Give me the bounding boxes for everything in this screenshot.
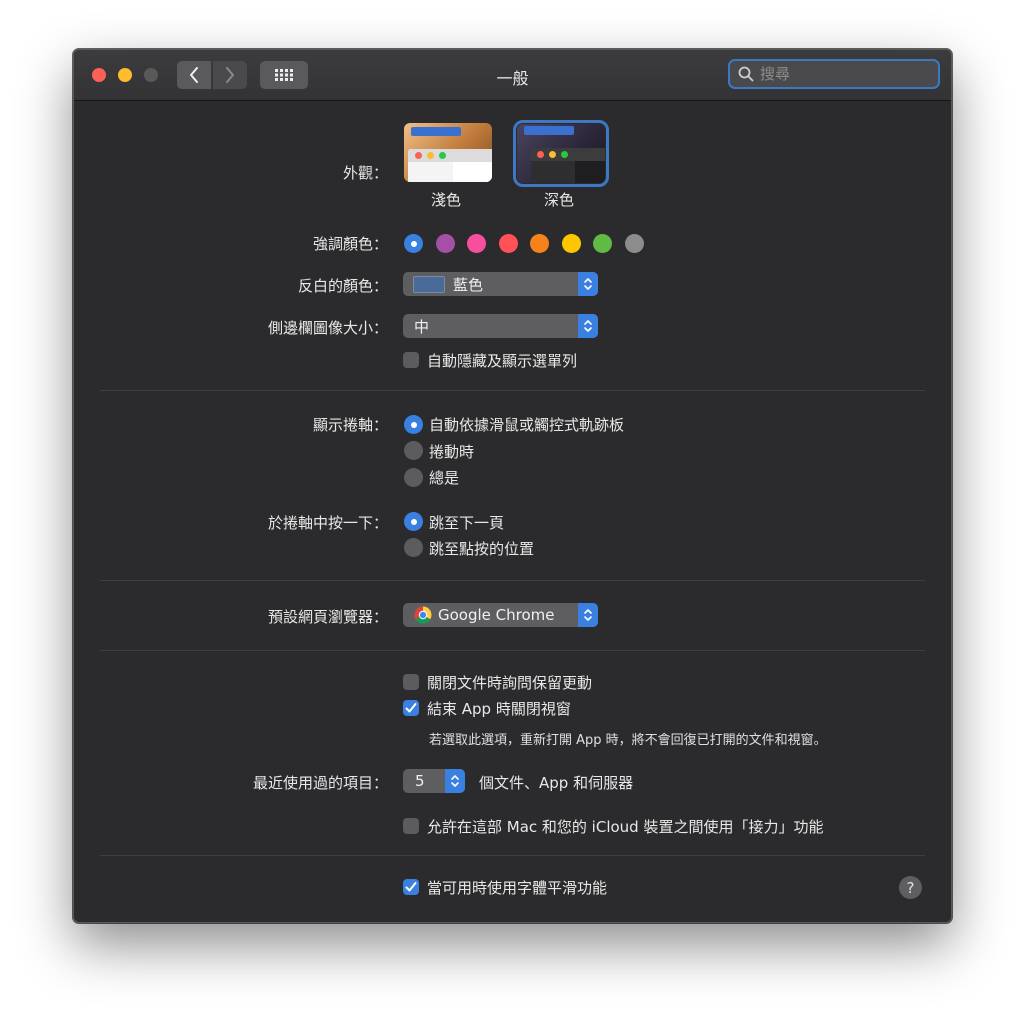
recent-items-label: 最近使用過的項目： bbox=[252, 774, 388, 792]
popup-arrows-icon bbox=[578, 272, 598, 296]
scrollbars-auto-label: 自動依據滑鼠或觸控式軌跡板 bbox=[429, 416, 625, 434]
highlight-color-swatch bbox=[413, 275, 445, 293]
appearance-light-option[interactable] bbox=[404, 123, 492, 182]
title-bar: 一般 bbox=[74, 50, 951, 101]
scrollbars-scrolling-radio[interactable] bbox=[404, 441, 423, 460]
help-button[interactable]: ? bbox=[899, 876, 922, 899]
handoff-checkbox[interactable] bbox=[403, 818, 419, 834]
highlight-color-value: 藍色 bbox=[453, 275, 484, 294]
appearance-dark-label: 深色 bbox=[544, 191, 575, 209]
search-icon bbox=[738, 66, 754, 82]
recent-items-value: 5 bbox=[415, 772, 425, 790]
click-next-page-label: 跳至下一頁 bbox=[429, 514, 505, 532]
accent-color-swatch[interactable] bbox=[435, 234, 455, 253]
accent-color-swatch[interactable] bbox=[624, 234, 644, 253]
accent-color-swatch[interactable] bbox=[530, 234, 549, 253]
popup-arrows-icon bbox=[578, 314, 598, 338]
scrollbars-always-label: 總是 bbox=[429, 469, 460, 487]
scrollbars-always-radio[interactable] bbox=[404, 468, 423, 487]
divider bbox=[100, 650, 925, 651]
divider bbox=[100, 390, 925, 391]
search-input[interactable] bbox=[758, 64, 932, 84]
autohide-menu-checkbox[interactable] bbox=[403, 352, 419, 368]
accent-color-label: 強調顏色： bbox=[312, 235, 388, 253]
close-windows-checkbox[interactable] bbox=[403, 700, 419, 716]
click-spot-radio[interactable] bbox=[404, 538, 423, 557]
popup-arrows-icon bbox=[578, 603, 598, 627]
highlight-color-label: 反白的顏色： bbox=[297, 277, 388, 295]
default-browser-popup[interactable]: Google Chrome bbox=[403, 603, 598, 627]
accent-color-swatch[interactable] bbox=[561, 234, 581, 253]
recent-items-suffix: 個文件、App 和伺服器 bbox=[479, 774, 634, 792]
system-preferences-window: 一般 外觀： 淺色 深色 強調顏色： 反白的顏色： 藍色 bbox=[73, 49, 952, 923]
close-windows-note: 若選取此選項，重新打開 App 時，將不會回復已打開的文件和視窗。 bbox=[429, 733, 827, 748]
accent-color-swatch[interactable] bbox=[467, 234, 486, 253]
appearance-label: 外觀： bbox=[342, 164, 388, 182]
scrollbars-scrolling-label: 捲動時 bbox=[429, 443, 475, 461]
sidebar-icon-size-label: 側邊欄圖像大小： bbox=[267, 319, 388, 337]
sidebar-icon-size-popup[interactable]: 中 bbox=[403, 314, 598, 338]
highlight-color-popup[interactable]: 藍色 bbox=[403, 272, 598, 296]
sidebar-icon-size-value: 中 bbox=[414, 317, 430, 336]
chrome-icon bbox=[414, 606, 432, 624]
checkmark-icon bbox=[405, 882, 417, 892]
scrollbars-auto-radio[interactable] bbox=[404, 415, 423, 434]
default-browser-label: 預設網頁瀏覽器： bbox=[267, 608, 388, 626]
click-spot-label: 跳至點按的位置 bbox=[429, 540, 535, 558]
selected-indicator bbox=[410, 240, 417, 247]
close-windows-label: 結束 App 時關閉視窗 bbox=[427, 700, 571, 718]
ask-keep-changes-checkbox[interactable] bbox=[403, 674, 419, 690]
appearance-dark-option[interactable] bbox=[513, 120, 609, 187]
font-smoothing-checkbox[interactable] bbox=[403, 879, 419, 895]
default-browser-value: Google Chrome bbox=[438, 606, 555, 624]
accent-color-swatch[interactable] bbox=[593, 234, 612, 253]
accent-color-swatch[interactable] bbox=[498, 234, 518, 253]
autohide-menu-label: 自動隱藏及顯示選單列 bbox=[427, 352, 578, 370]
font-smoothing-label: 當可用時使用字體平滑功能 bbox=[427, 879, 608, 897]
accent-color-swatch[interactable] bbox=[404, 234, 423, 253]
show-scrollbars-label: 顯示捲軸： bbox=[312, 416, 388, 434]
checkmark-icon bbox=[405, 703, 417, 713]
divider bbox=[100, 855, 925, 856]
appearance-light-label: 淺色 bbox=[431, 191, 462, 209]
divider bbox=[100, 580, 925, 581]
recent-items-popup[interactable]: 5 bbox=[403, 769, 465, 793]
click-next-page-radio[interactable] bbox=[404, 512, 423, 531]
handoff-label: 允許在這部 Mac 和您的 iCloud 裝置之間使用「接力」功能 bbox=[427, 818, 824, 836]
search-field[interactable] bbox=[728, 59, 940, 89]
click-scrollbar-label: 於捲軸中按一下： bbox=[267, 514, 388, 532]
popup-arrows-icon bbox=[445, 769, 465, 793]
ask-keep-changes-label: 關閉文件時詢問保留更動 bbox=[427, 674, 593, 692]
